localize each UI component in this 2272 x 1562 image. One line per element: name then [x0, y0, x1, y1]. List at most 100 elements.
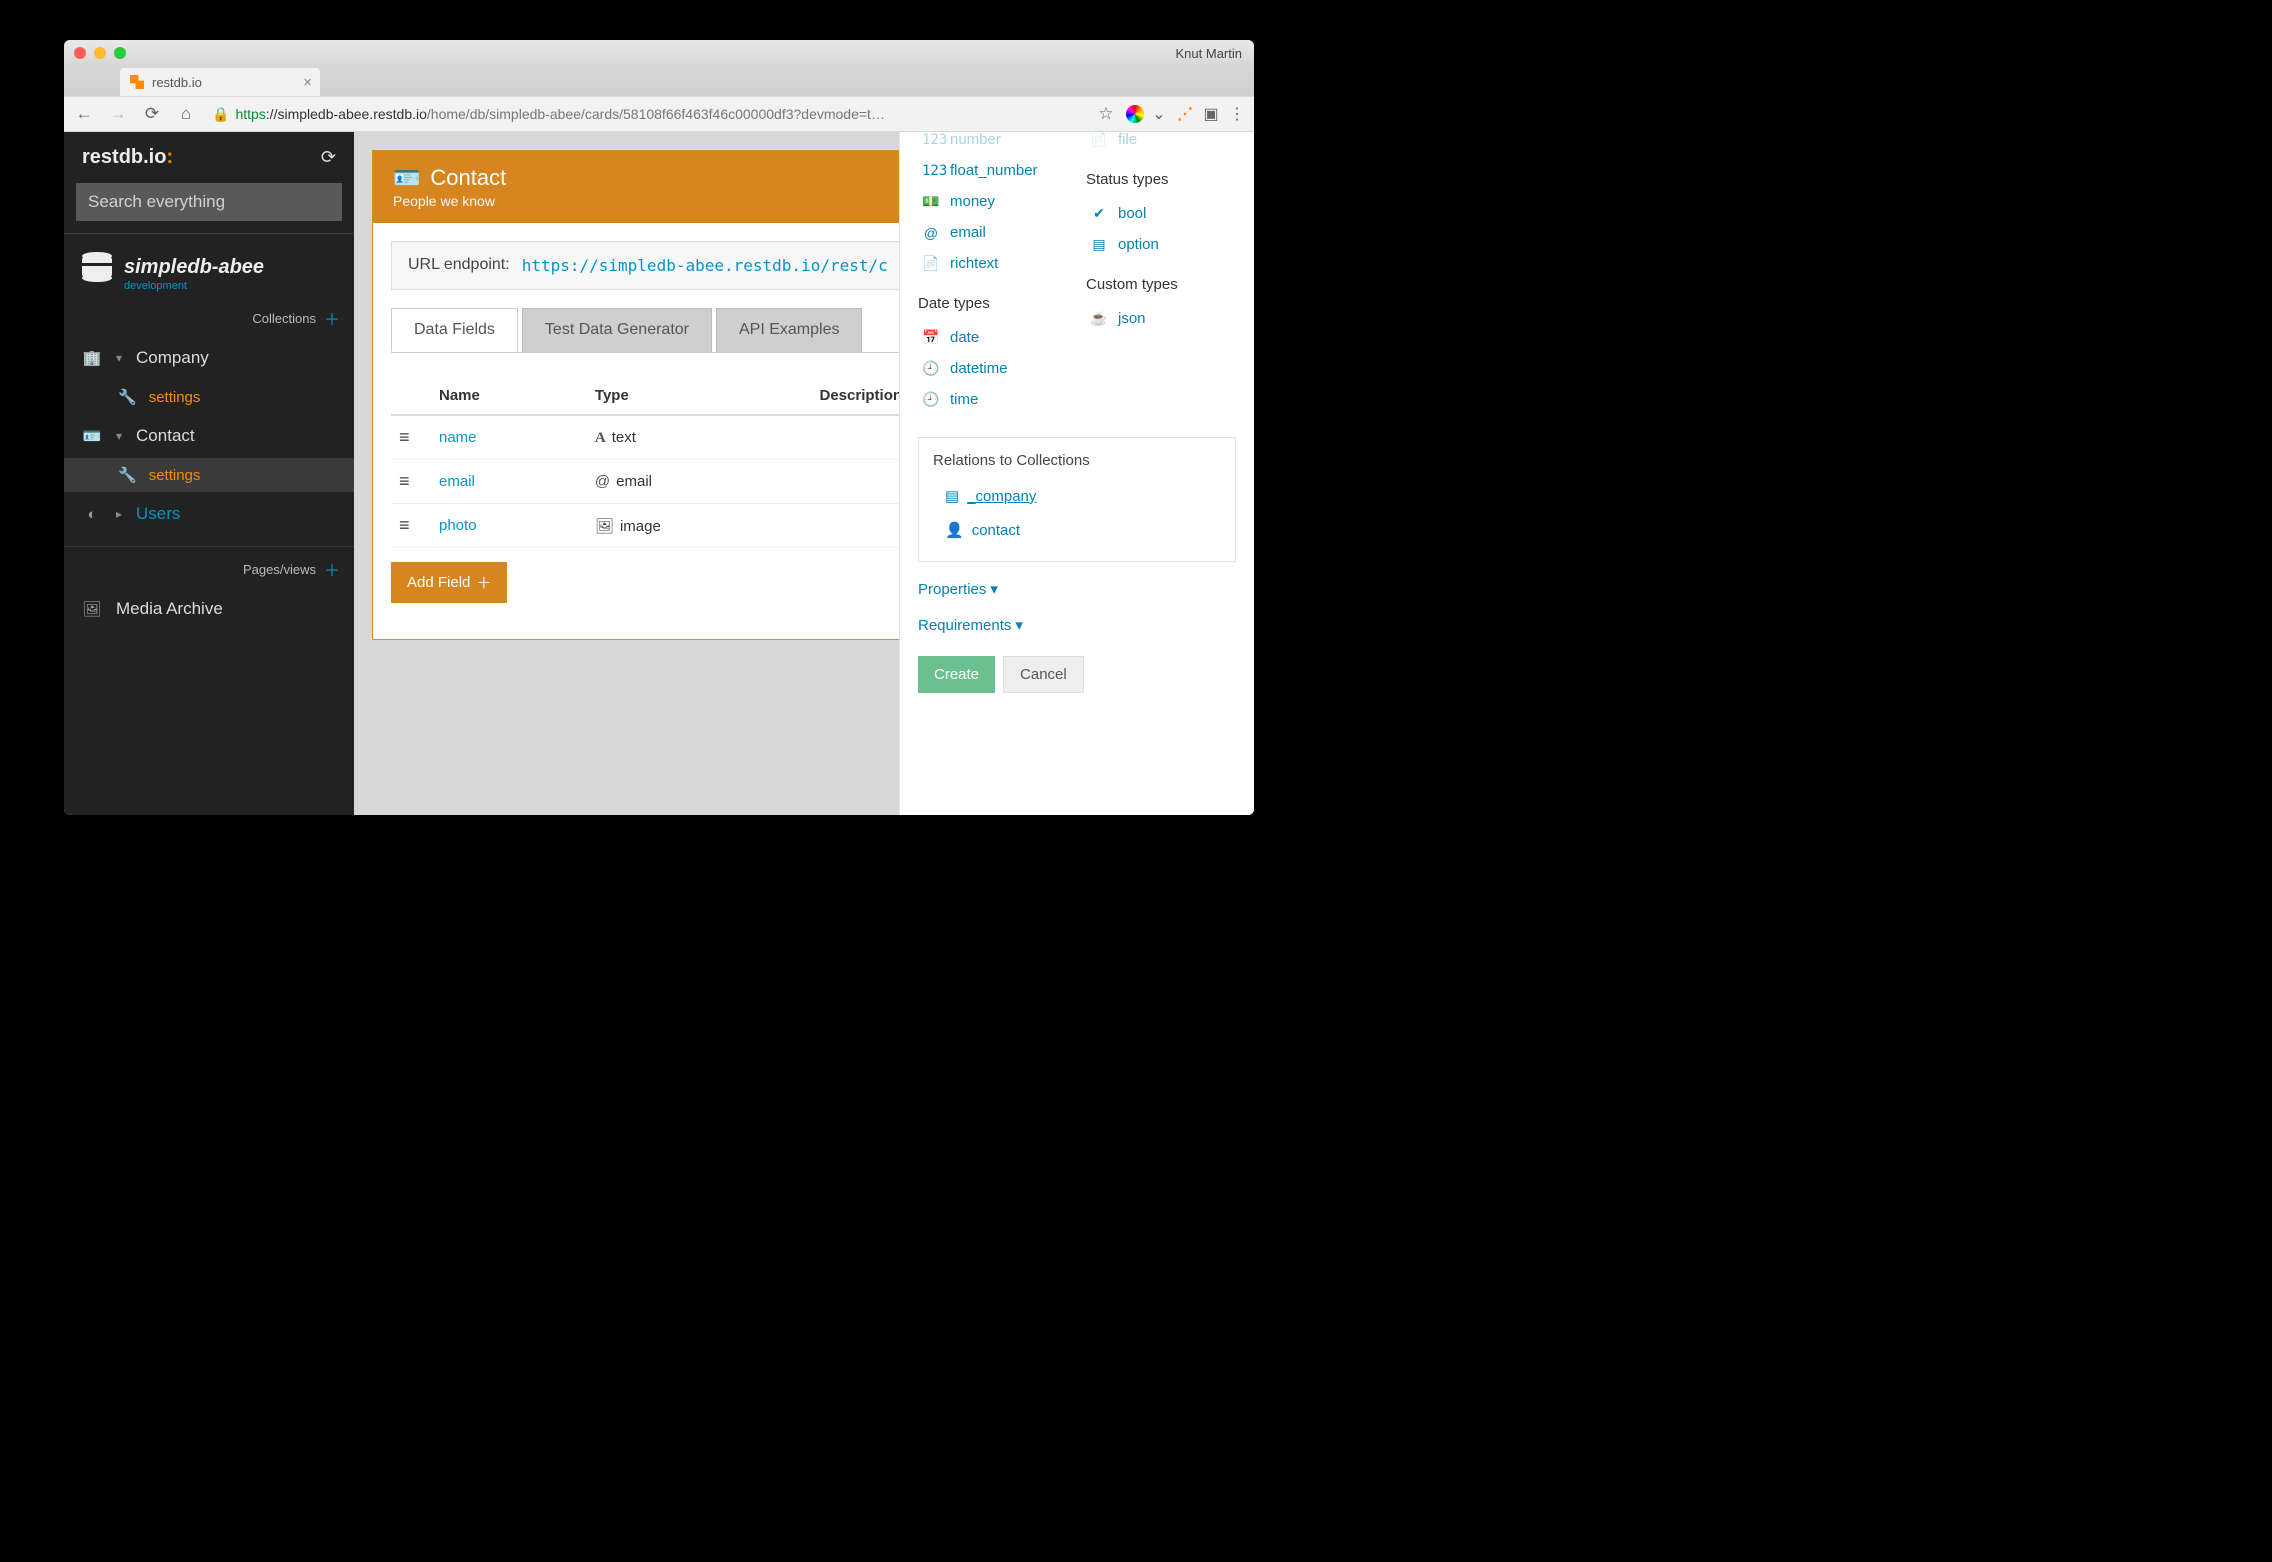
collections-section-header: Collections ＋: [64, 296, 354, 336]
add-collection-icon[interactable]: ＋: [324, 306, 340, 330]
refresh-icon[interactable]: ⟳: [321, 147, 336, 168]
brand-row: restdb.io: ⟳: [64, 132, 354, 183]
window-controls: [74, 47, 126, 59]
email-type-icon: @: [595, 473, 610, 490]
sidebar-item-company[interactable]: 🏢 ▾ Company: [64, 336, 354, 380]
drag-handle-icon[interactable]: ≡: [399, 515, 408, 535]
sidebar-item-media-archive[interactable]: 🖼 Media Archive: [64, 587, 354, 631]
settings-label: settings: [149, 389, 201, 406]
type-option-datetime[interactable]: 🕘datetime: [918, 353, 1068, 384]
endpoint-url[interactable]: https://simpledb-abee.restdb.io/rest/c: [522, 256, 888, 275]
text-type-icon: A: [595, 430, 606, 446]
field-type-panel: 123number 123float_number 💵money @email …: [899, 132, 1254, 815]
field-name-link[interactable]: name: [439, 429, 477, 446]
cancel-button[interactable]: Cancel: [1003, 656, 1084, 693]
close-tab-icon[interactable]: ×: [303, 74, 312, 91]
requirements-expander[interactable]: Requirements▾: [918, 616, 1236, 634]
custom-types-heading: Custom types: [1086, 276, 1236, 293]
drag-handle-icon[interactable]: ≡: [399, 427, 408, 447]
sidebar: restdb.io: ⟳ simpledb-abee development C…: [64, 132, 354, 815]
type-option-file[interactable]: 📄file: [1086, 132, 1236, 155]
menu-icon[interactable]: ⋮: [1226, 103, 1248, 125]
list-icon: ▤: [1090, 236, 1108, 253]
relations-title: Relations to Collections: [933, 452, 1221, 469]
date-types-heading: Date types: [918, 295, 1068, 312]
collections-label: Collections: [252, 311, 316, 326]
field-name-link[interactable]: photo: [439, 517, 477, 534]
url-field[interactable]: 🔒 https ://simpledb-abee.restdb.io /home…: [206, 106, 1086, 123]
type-option-json[interactable]: ☕json: [1086, 303, 1236, 334]
tab-test-data-generator[interactable]: Test Data Generator: [522, 308, 712, 352]
sidebar-item-contact[interactable]: 🪪 ▾ Contact: [64, 414, 354, 458]
json-icon: ☕: [1090, 310, 1108, 327]
col-name: Name: [431, 377, 587, 415]
create-button[interactable]: Create: [918, 656, 995, 693]
id-card-icon: 🪪: [393, 165, 420, 191]
field-name-link[interactable]: email: [439, 473, 475, 490]
add-field-button[interactable]: Add Field＋: [391, 562, 507, 603]
minimize-window-button[interactable]: [94, 47, 106, 59]
back-button[interactable]: ←: [70, 100, 98, 128]
type-option-float-number[interactable]: 123float_number: [918, 155, 1068, 186]
tab-title: restdb.io: [152, 75, 202, 90]
plus-icon: ＋: [476, 572, 491, 593]
profile-name[interactable]: Knut Martin: [1176, 46, 1242, 61]
address-bar: ← → ⟳ ⌂ 🔒 https ://simpledb-abee.restdb.…: [64, 96, 1254, 132]
sidebar-item-users[interactable]: ◐ ▸ Users: [64, 492, 354, 536]
search-input[interactable]: [76, 183, 342, 221]
extension-rss-icon[interactable]: ⋰: [1174, 103, 1196, 125]
extension-pocket-icon[interactable]: ⌄: [1148, 103, 1170, 125]
type-option-date[interactable]: 📅date: [918, 322, 1068, 353]
panel-actions: Create Cancel: [918, 656, 1236, 693]
endpoint-label: URL endpoint:: [408, 256, 510, 275]
database-name: simpledb-abee: [124, 256, 264, 279]
number-icon: 123: [922, 163, 940, 179]
type-option-bool[interactable]: ✔bool: [1086, 198, 1236, 229]
calendar-icon: 📅: [922, 329, 940, 346]
extension-cast-icon[interactable]: ▣: [1200, 103, 1222, 125]
database-header[interactable]: simpledb-abee development: [64, 234, 354, 296]
bookmark-star-icon[interactable]: ☆: [1092, 100, 1120, 128]
extension-colorwheel-icon[interactable]: [1126, 105, 1144, 123]
tab-strip: restdb.io ×: [64, 66, 1254, 96]
favicon-icon: [130, 75, 144, 89]
browser-tab[interactable]: restdb.io ×: [120, 68, 320, 96]
type-option-richtext[interactable]: 📄richtext: [918, 248, 1068, 279]
number-icon: 123: [922, 132, 940, 148]
relation-company[interactable]: ▤_company: [933, 479, 1221, 513]
settings-label: settings: [149, 467, 201, 484]
sidebar-item-company-settings[interactable]: 🔧 settings: [64, 380, 354, 414]
collection-icon: ▤: [945, 487, 959, 505]
type-option-time[interactable]: 🕘time: [918, 384, 1068, 415]
caret-down-icon: ▾: [990, 580, 998, 598]
properties-expander[interactable]: Properties▾: [918, 580, 1236, 598]
at-icon: @: [922, 225, 940, 241]
close-window-button[interactable]: [74, 47, 86, 59]
relation-contact[interactable]: 👤contact: [933, 513, 1221, 547]
caret-down-icon: ▾: [116, 351, 122, 365]
type-option-option[interactable]: ▤option: [1086, 229, 1236, 260]
sidebar-item-contact-settings[interactable]: 🔧 settings: [64, 458, 354, 492]
logo[interactable]: restdb.io:: [82, 146, 173, 169]
lock-icon: 🔒: [212, 106, 229, 123]
maximize-window-button[interactable]: [114, 47, 126, 59]
type-option-money[interactable]: 💵money: [918, 186, 1068, 217]
drag-handle-icon[interactable]: ≡: [399, 471, 408, 491]
reload-button[interactable]: ⟳: [138, 100, 166, 128]
tab-api-examples[interactable]: API Examples: [716, 308, 862, 352]
type-option-number[interactable]: 123number: [918, 132, 1068, 155]
clock-icon: 🕘: [922, 391, 940, 408]
window-titlebar: Knut Martin: [64, 40, 1254, 66]
type-option-email[interactable]: @email: [918, 217, 1068, 248]
image-icon: 🖼: [82, 600, 102, 618]
user-icon: ◐: [82, 506, 102, 523]
add-page-icon[interactable]: ＋: [324, 557, 340, 581]
col-type: Type: [587, 377, 812, 415]
document-icon: 📄: [922, 255, 940, 272]
tab-data-fields[interactable]: Data Fields: [391, 308, 518, 352]
home-button[interactable]: ⌂: [172, 100, 200, 128]
image-type-icon: 🖼: [595, 518, 614, 535]
building-icon: 🏢: [82, 349, 102, 367]
forward-button[interactable]: →: [104, 100, 132, 128]
browser-window: Knut Martin restdb.io × ← → ⟳ ⌂ 🔒 https …: [64, 40, 1254, 815]
